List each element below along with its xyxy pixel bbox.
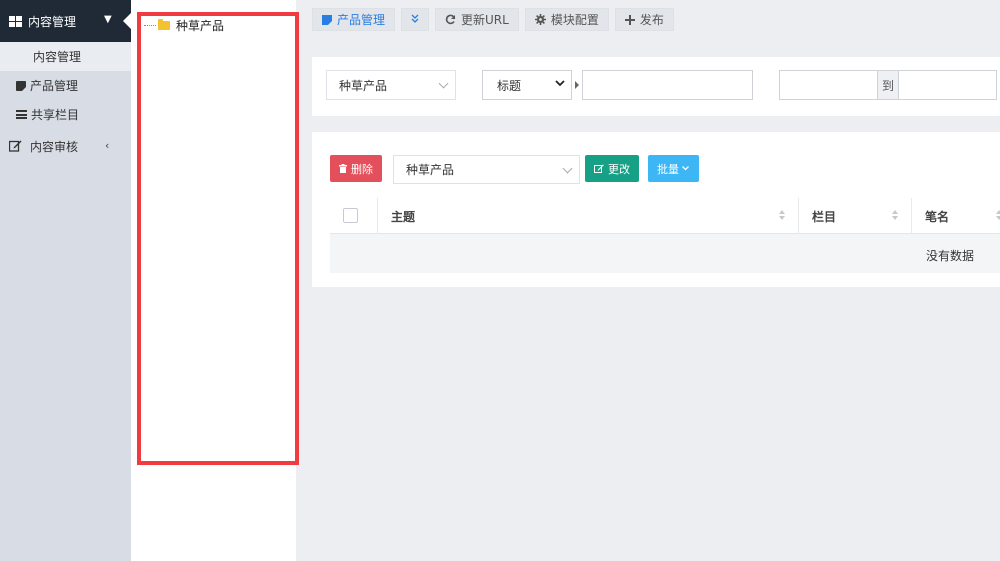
note-icon (322, 14, 332, 25)
grid-icon (16, 51, 29, 62)
bars-icon (16, 110, 27, 119)
column-header-label: 主题 (391, 209, 416, 224)
sidebar-item-product-management[interactable]: 产品管理 (0, 71, 131, 100)
note-icon (16, 80, 26, 91)
refresh-icon (445, 14, 456, 25)
empty-table-row (330, 234, 1000, 273)
column-header-category[interactable]: 栏目 (812, 198, 836, 234)
chevron-down-icon (555, 80, 565, 90)
column-divider (377, 198, 378, 234)
module-config-button[interactable]: 模块配置 (524, 8, 609, 31)
sidebar: 内容管理 ▼ 内容管理 产品管理 共享栏目 内容审核 ‹ (0, 0, 131, 561)
column-header-penname[interactable]: 笔名 (925, 198, 949, 234)
range-start-input[interactable] (779, 70, 878, 100)
column-header-subject[interactable]: 主题 (391, 198, 415, 234)
active-notch (123, 13, 131, 29)
sidebar-header-label: 内容管理 (28, 14, 77, 29)
sort-icon[interactable] (996, 210, 1000, 220)
select-all-checkbox[interactable] (343, 208, 358, 223)
change-label: 更改 (608, 162, 630, 176)
chevron-down-icon (438, 78, 449, 89)
column-header-label: 笔名 (925, 209, 950, 224)
range-end-input[interactable] (898, 70, 997, 100)
tree-node-root[interactable]: 种草产品 (144, 17, 224, 34)
tree-connector (144, 25, 156, 26)
sidebar-item-content-management[interactable]: 内容管理 (0, 42, 131, 71)
column-divider (798, 198, 799, 234)
keyword-input[interactable] (582, 70, 753, 100)
tree-highlight-box (137, 12, 299, 465)
caret-right-icon (575, 81, 579, 89)
product-manage-label: 产品管理 (337, 13, 386, 27)
plus-icon (624, 14, 635, 25)
expand-toggle-button[interactable] (401, 8, 430, 31)
top-toolbar: 产品管理 更新URL 模块配置 发布 (312, 8, 674, 31)
tree-node-label: 种草产品 (176, 19, 225, 33)
sort-icon[interactable] (892, 210, 898, 220)
update-url-button[interactable]: 更新URL (435, 8, 519, 31)
sidebar-group-label: 内容审核 (30, 139, 79, 154)
edit-icon (594, 164, 604, 173)
chevron-down-icon: ▼ (104, 14, 112, 25)
move-category-value: 种草产品 (406, 163, 455, 177)
sidebar-group-content-review[interactable]: 内容审核 ‹ (0, 131, 131, 161)
range-separator-label: 到 (881, 78, 894, 93)
delete-label: 删除 (351, 162, 373, 176)
field-select-value: 标题 (497, 78, 522, 93)
gear-icon (534, 14, 546, 25)
chevron-left-icon: ‹ (105, 139, 110, 152)
category-filter-value: 种草产品 (339, 78, 388, 93)
table-header: 主题 栏目 笔名 (330, 198, 1000, 234)
chevron-down-icon (682, 166, 689, 171)
update-url-label: 更新URL (461, 13, 509, 27)
column-divider (911, 198, 912, 234)
publish-label: 发布 (639, 13, 664, 27)
sidebar-item-label: 共享栏目 (31, 108, 80, 122)
sort-icon[interactable] (779, 210, 785, 220)
grid-icon (9, 15, 22, 27)
sidebar-item-shared-columns[interactable]: 共享栏目 (0, 100, 131, 129)
move-category-select[interactable]: 种草产品 (393, 155, 580, 184)
range-separator: 到 (877, 70, 899, 100)
chevron-down-icon (562, 163, 573, 174)
sidebar-header-content-management[interactable]: 内容管理 ▼ (0, 0, 131, 42)
sidebar-submenu: 内容管理 产品管理 共享栏目 (0, 42, 131, 129)
trash-icon (339, 164, 347, 173)
batch-button[interactable]: 批量 (648, 155, 699, 182)
sidebar-item-label: 产品管理 (30, 79, 79, 93)
product-manage-button[interactable]: 产品管理 (312, 8, 396, 31)
publish-button[interactable]: 发布 (614, 8, 674, 31)
double-chevron-down-icon (411, 14, 419, 26)
column-header-label: 栏目 (812, 209, 837, 224)
folder-icon (158, 19, 170, 30)
category-filter-select[interactable]: 种草产品 (326, 70, 456, 100)
empty-table-message: 没有数据 (926, 249, 975, 263)
delete-button[interactable]: 删除 (330, 155, 382, 182)
field-select[interactable]: 标题 (482, 70, 572, 100)
sidebar-item-label: 内容管理 (33, 50, 82, 64)
module-config-label: 模块配置 (550, 13, 599, 27)
change-button[interactable]: 更改 (585, 155, 639, 182)
batch-label: 批量 (657, 162, 679, 176)
edit-icon (9, 140, 22, 152)
